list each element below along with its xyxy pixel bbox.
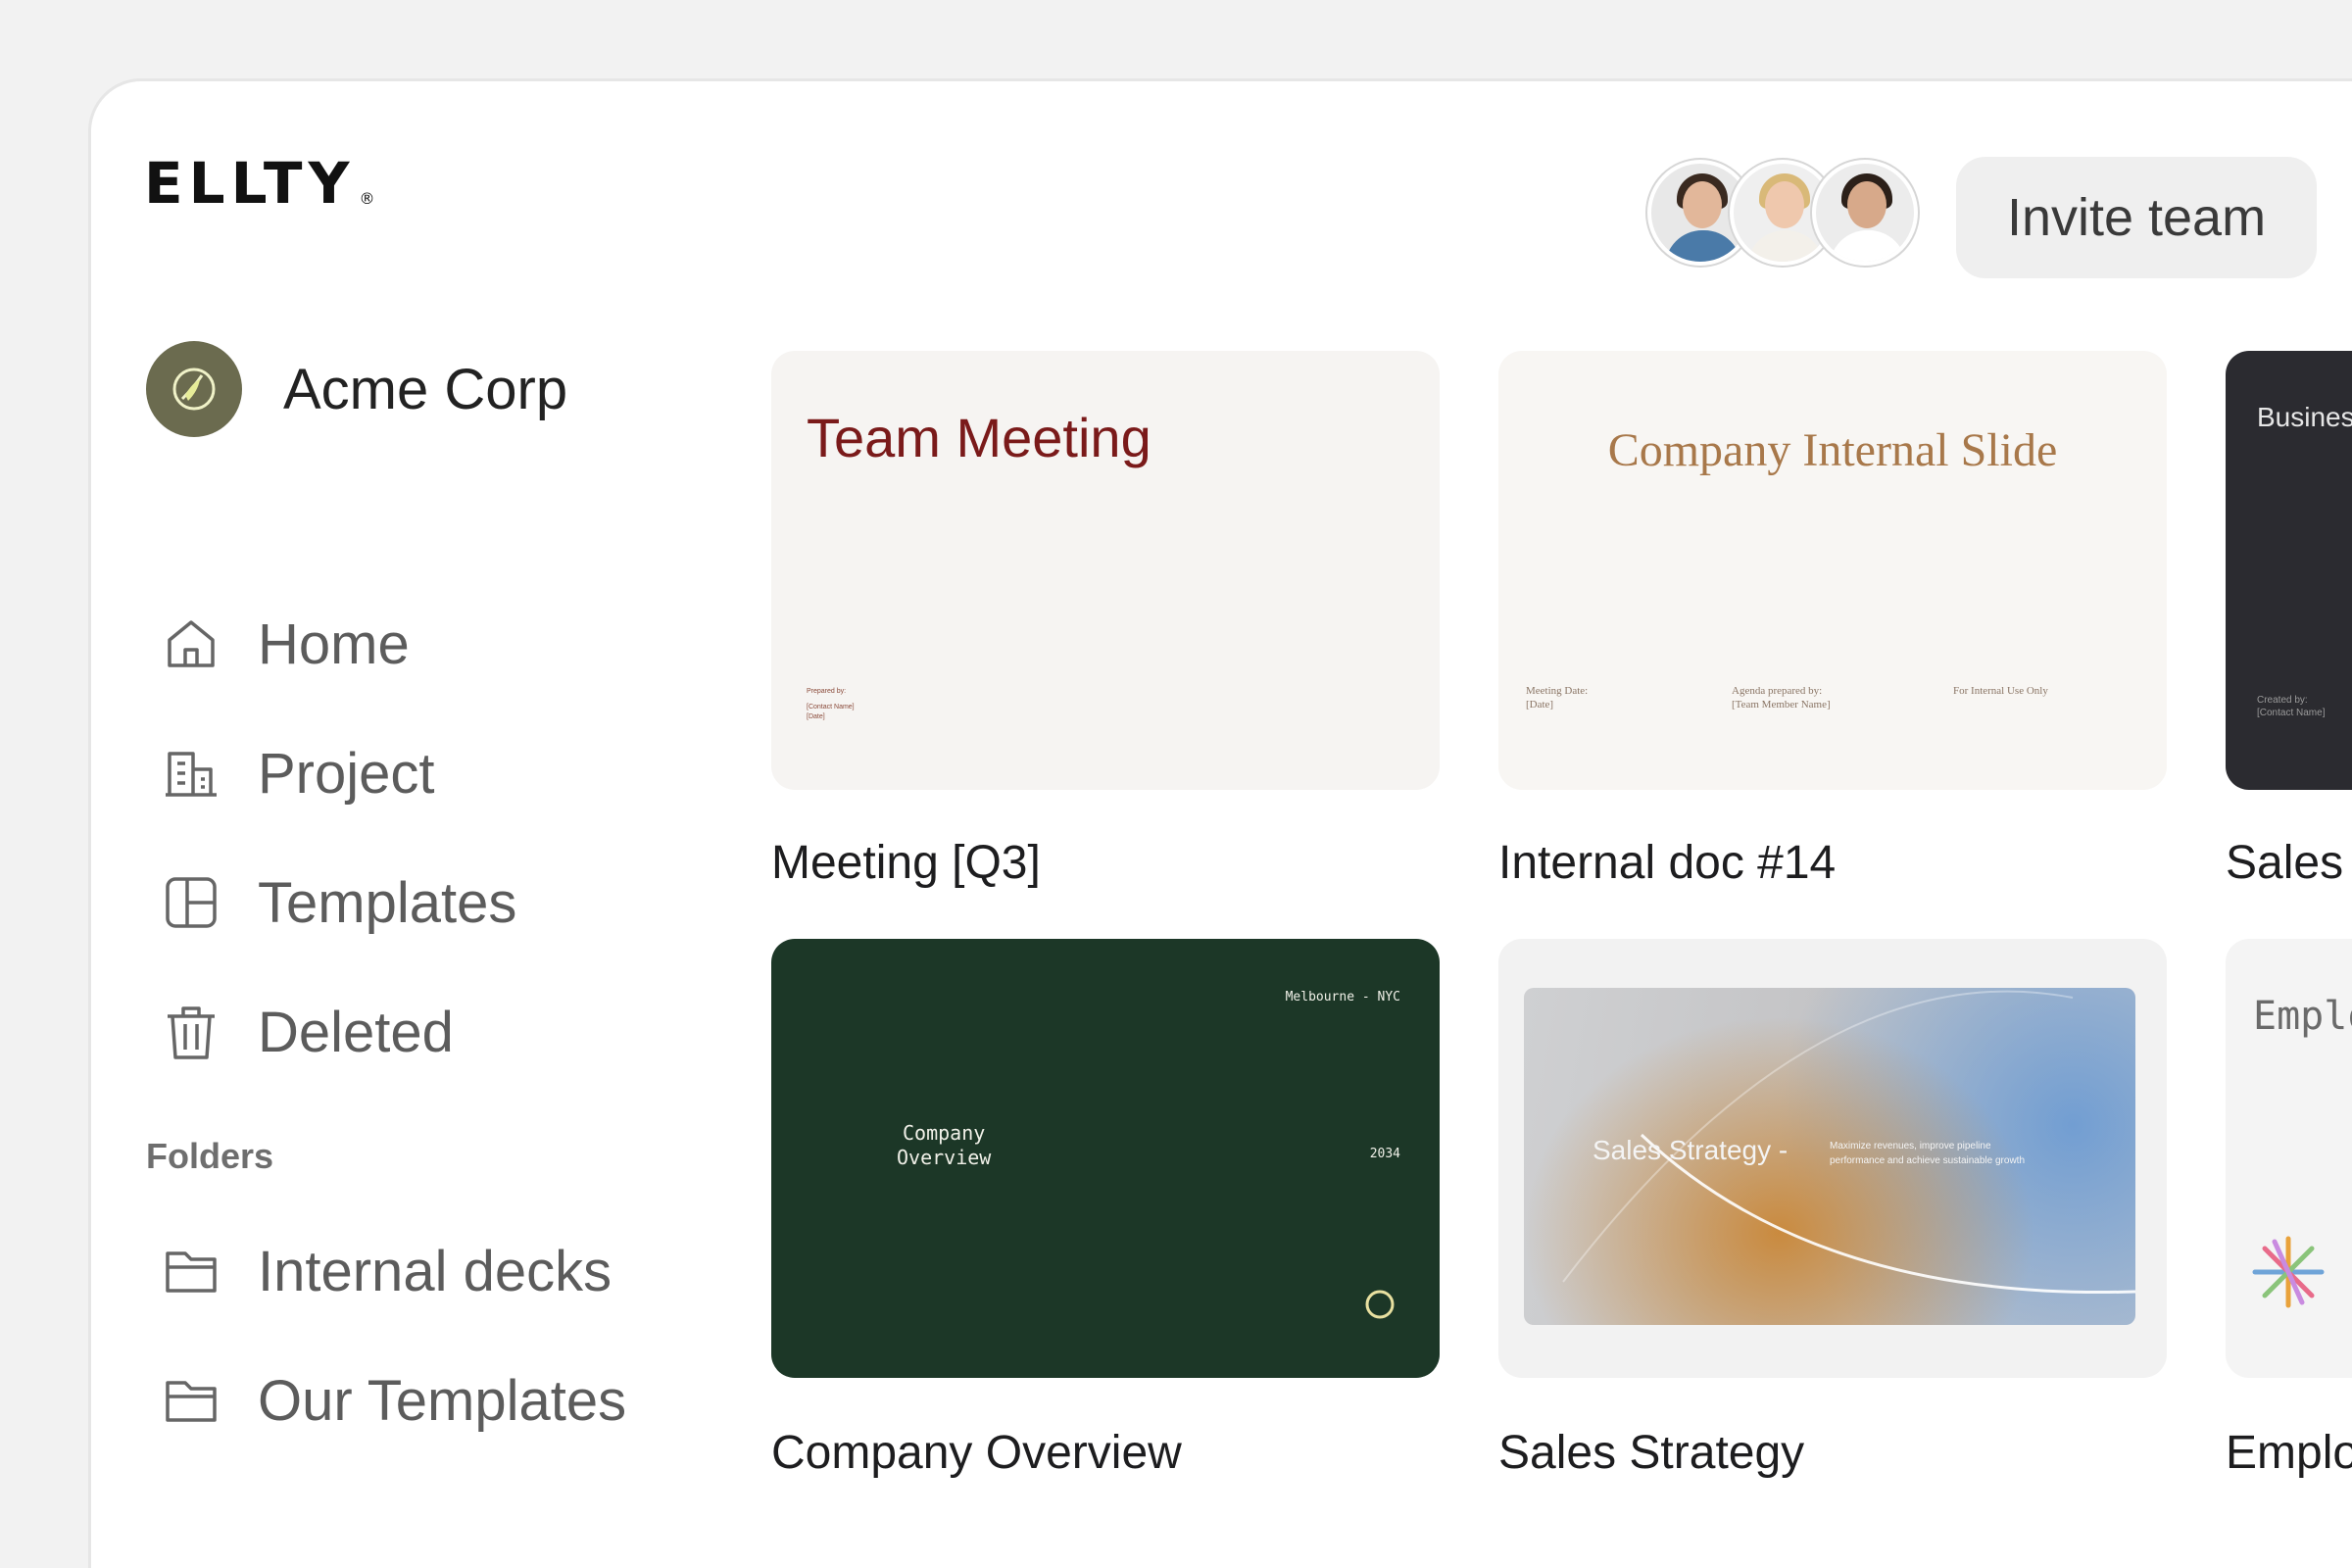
slide-contact: [Contact Name] bbox=[807, 704, 855, 710]
slide-title: Company Internal Slide bbox=[1607, 424, 2058, 476]
deck-card-meeting[interactable]: Team Meeting Prepared by: [Contact Name]… bbox=[771, 351, 1440, 790]
slide-description-line: Maximize revenues, improve pipeline bbox=[1830, 1141, 1991, 1152]
deck-card-business[interactable]: Busines Created by: [Contact Name] bbox=[2226, 351, 2352, 790]
workspace-name: Acme Corp bbox=[283, 357, 568, 421]
workspace-switcher[interactable]: Acme Corp bbox=[146, 341, 567, 437]
slide-title: Sales Strategy - bbox=[1592, 1135, 1788, 1165]
slide-title-line: Overview bbox=[897, 1146, 992, 1169]
deck-card-employee[interactable]: Emplo bbox=[2226, 939, 2352, 1378]
slide-description-line: performance and achieve sustainable grow… bbox=[1830, 1155, 2026, 1166]
slide-preview: Sales Strategy - Maximize revenues, impr… bbox=[1524, 988, 2135, 1325]
deck-caption[interactable]: Company Overview bbox=[771, 1426, 1182, 1480]
slide-title: Busines bbox=[2257, 402, 2352, 432]
slide-created-by: Created by: [Contact Name] bbox=[2257, 694, 2325, 719]
slide-title: Emplo bbox=[2253, 994, 2352, 1039]
sidebar-item-project[interactable]: Project bbox=[162, 709, 516, 838]
slide-description: Maximize revenues, improve pipeline perf… bbox=[1830, 1139, 2025, 1168]
slide-location: Melbourne - NYC bbox=[1285, 990, 1400, 1004]
folder-item-label: Internal decks bbox=[258, 1239, 612, 1303]
ring-logo-icon bbox=[1365, 1290, 1395, 1319]
deck-caption[interactable]: Meeting [Q3] bbox=[771, 836, 1041, 890]
slide-meeting-date-label: Meeting Date: bbox=[1526, 685, 1589, 697]
sidebar-item-label: Templates bbox=[258, 870, 517, 935]
slide-meeting-date-value: [Date] bbox=[1526, 699, 1554, 710]
slide-title: Company Overview bbox=[897, 1121, 991, 1170]
deck-caption[interactable]: Emplo bbox=[2226, 1426, 2352, 1480]
building-icon bbox=[166, 752, 217, 797]
deck-caption[interactable]: Internal doc #14 bbox=[1498, 836, 1836, 890]
folder-item-our-templates[interactable]: Our Templates bbox=[162, 1336, 626, 1465]
sidebar-item-label: Home bbox=[258, 612, 410, 676]
sidebar-item-deleted[interactable]: Deleted bbox=[162, 967, 516, 1097]
deck-card-sales-strategy[interactable]: Sales Strategy - Maximize revenues, impr… bbox=[1498, 939, 2167, 1378]
folder-icon bbox=[166, 1251, 217, 1293]
layout-icon bbox=[166, 877, 217, 928]
deck-card-internal[interactable]: Company Internal Slide Meeting Date: [Da… bbox=[1498, 351, 2167, 790]
folders-heading: Folders bbox=[146, 1136, 274, 1176]
slide-agenda-value: [Team Member Name] bbox=[1732, 699, 1831, 710]
folder-item-internal-decks[interactable]: Internal decks bbox=[162, 1206, 626, 1336]
sidebar-item-label: Project bbox=[258, 741, 435, 806]
sparkle-icon bbox=[2252, 1236, 2325, 1308]
app-window: ELLTY ® Invite team Acme Corp Home Proje… bbox=[88, 78, 2352, 1568]
sidebar-item-label: Deleted bbox=[258, 1000, 454, 1064]
slide-title-line: Company bbox=[903, 1121, 986, 1145]
team-avatars[interactable] bbox=[1647, 160, 1918, 266]
slide-created-by-label: Created by: bbox=[2257, 695, 2308, 706]
sidebar-item-templates[interactable]: Templates bbox=[162, 838, 516, 967]
trash-icon bbox=[168, 1006, 215, 1059]
deck-card-company-overview[interactable]: Melbourne - NYC Company Overview 2034 bbox=[771, 939, 1440, 1378]
folder-icon bbox=[166, 1381, 217, 1422]
slide-year: 2034 bbox=[1369, 1147, 1400, 1161]
workspace-logo-icon bbox=[146, 341, 242, 437]
deck-caption[interactable]: Sales Strategy bbox=[1498, 1426, 1804, 1480]
slide-date: [Date] bbox=[807, 713, 825, 720]
ellty-logo[interactable]: ELLTY ® bbox=[144, 150, 375, 217]
sidebar-nav: Home Project Templates Deleted bbox=[162, 579, 516, 1097]
avatar[interactable] bbox=[1812, 160, 1918, 266]
invite-team-button[interactable]: Invite team bbox=[1956, 157, 2317, 278]
slide-agenda-label: Agenda prepared by: bbox=[1732, 685, 1823, 697]
slide-contact: [Contact Name] bbox=[2257, 708, 2326, 718]
slide-prepared-by: Prepared by: bbox=[807, 688, 847, 695]
slide-title: Team Meeting bbox=[807, 407, 1152, 468]
folders-list: Internal decks Our Templates bbox=[162, 1206, 626, 1465]
home-icon bbox=[168, 620, 215, 667]
logo-text: ELLTY bbox=[144, 150, 356, 217]
registered-mark: ® bbox=[359, 189, 375, 208]
sidebar-item-home[interactable]: Home bbox=[162, 579, 516, 709]
deck-caption[interactable]: Sales F bbox=[2226, 836, 2352, 890]
folder-item-label: Our Templates bbox=[258, 1368, 627, 1433]
slide-internal-note: For Internal Use Only bbox=[1953, 685, 2048, 697]
